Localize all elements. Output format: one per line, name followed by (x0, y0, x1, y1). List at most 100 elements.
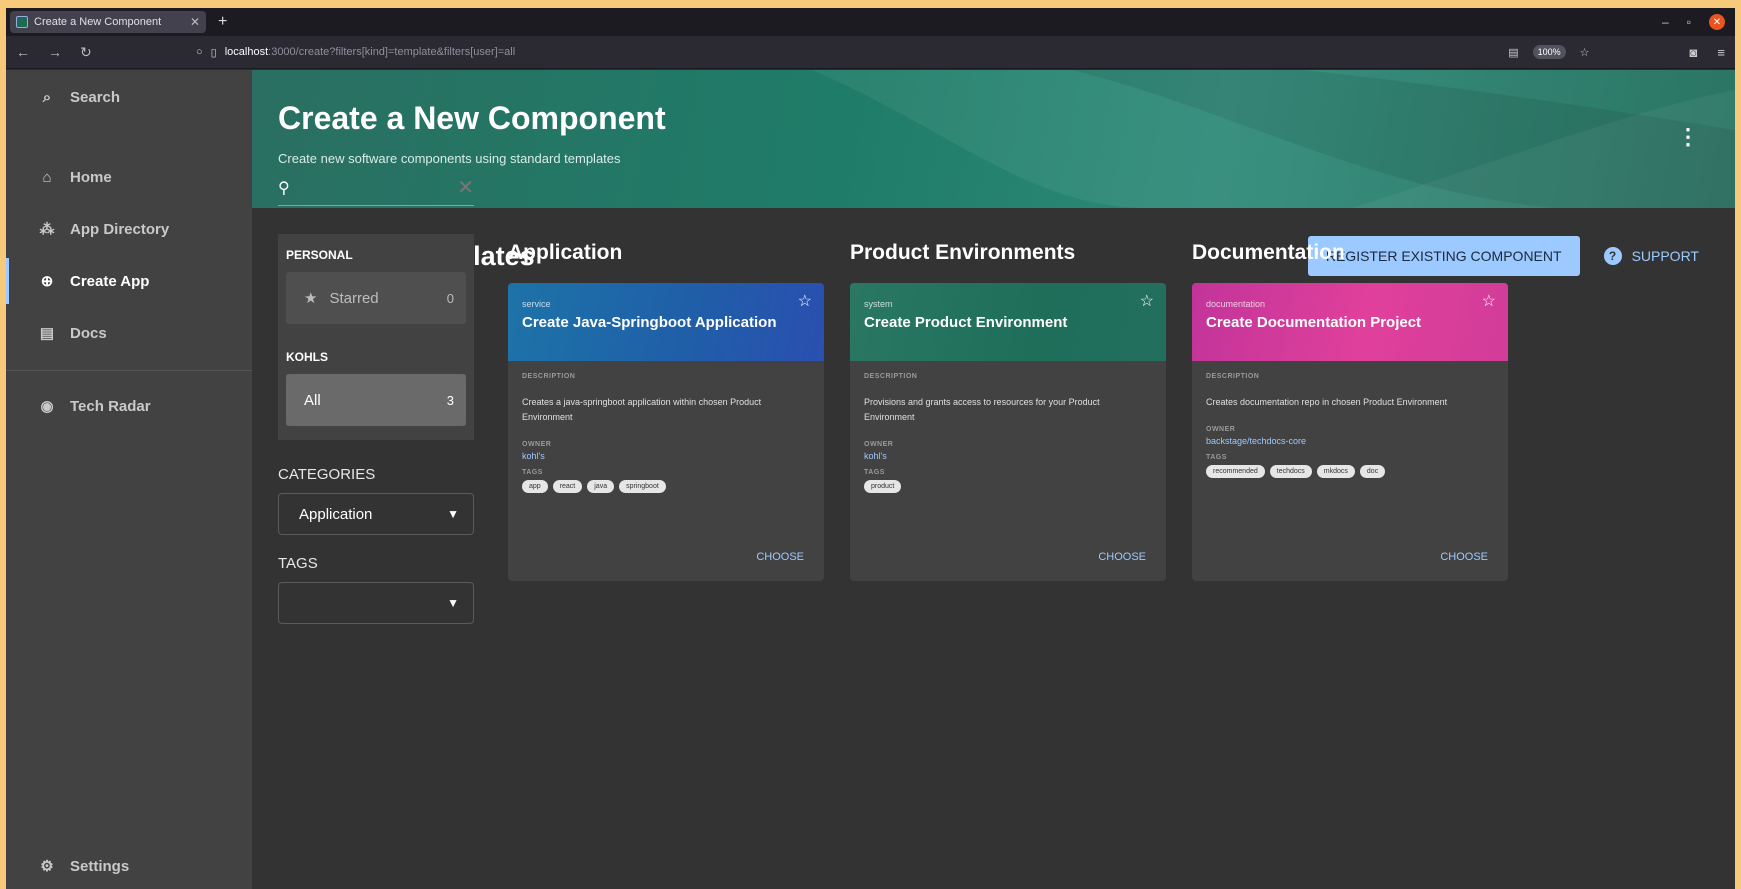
template-card: service Create Java-Springboot Applicati… (508, 283, 824, 581)
card-title: Create Documentation Project (1206, 314, 1422, 331)
choose-button[interactable]: CHOOSE (756, 551, 804, 563)
pocket-icon[interactable]: ◙ (1690, 45, 1698, 60)
template-group: Application service Create Java-Springbo… (508, 241, 824, 581)
more-options-icon[interactable]: ⋮ (1677, 124, 1699, 150)
group-title: Product Environments (850, 241, 1076, 264)
bookmark-star-icon[interactable]: ☆ (1580, 46, 1590, 59)
favorite-star-icon[interactable]: ☆ (1482, 291, 1496, 311)
search-icon: ⌕ (42, 88, 52, 106)
menu-icon[interactable]: ≡ (1717, 45, 1725, 60)
zoom-level[interactable]: 100% (1532, 45, 1566, 59)
reload-icon[interactable]: ↻ (80, 44, 92, 61)
card-title: Create Product Environment (864, 314, 1068, 331)
search-input[interactable]: ⚲ ✕ (278, 170, 474, 206)
sidebar-divider (6, 370, 252, 371)
sidebar-item-home[interactable]: ⌂ Home (6, 154, 252, 200)
radar-icon: ◉ (40, 398, 54, 415)
card-header: system Create Product Environment ☆ (850, 283, 1166, 361)
browser-window: Create a New Component ✕ + – ▫ ✕ ← → ↻ ○… (6, 8, 1735, 889)
card-title: Create Java-Springboot Application (522, 314, 777, 331)
docs-icon: ▤ (39, 325, 55, 342)
card-header: service Create Java-Springboot Applicati… (508, 283, 824, 361)
description-label: DESCRIPTION (864, 373, 918, 380)
help-icon: ? (1603, 247, 1622, 265)
sidebar-item-label: Search (70, 88, 121, 106)
owner-link[interactable]: kohl's (864, 451, 1152, 461)
tag-chip: app (522, 480, 548, 493)
close-tab-icon[interactable]: ✕ (190, 15, 200, 29)
tags-label: TAGS (522, 469, 543, 476)
chevron-down-icon: ▼ (447, 596, 459, 610)
favicon-icon (16, 16, 28, 28)
choose-button[interactable]: CHOOSE (1440, 551, 1488, 563)
starred-filter[interactable]: ★ Starred 0 (286, 272, 466, 324)
maximize-icon[interactable]: ▫ (1687, 15, 1691, 29)
tag-chip: mkdocs (1316, 465, 1355, 478)
owner-link[interactable]: backstage/techdocs-core (1206, 436, 1494, 446)
owner-label: OWNER (1206, 426, 1236, 433)
page-header: Create a New Component Create new softwa… (252, 70, 1735, 208)
app: ⌕ Search ⌂ Home ⁂ App Directory ⊕ Create… (6, 70, 1735, 889)
support-button[interactable]: ? SUPPORT (1603, 247, 1699, 265)
header-wave-decoration (812, 70, 1735, 208)
url-host: localhost (224, 46, 269, 58)
sidebar-item-tech-radar[interactable]: ◉ Tech Radar (6, 383, 252, 429)
template-group: Documentation documentation Create Docum… (1192, 241, 1508, 581)
sidebar-item-create-app[interactable]: ⊕ Create App (6, 258, 252, 304)
url-path: :3000/create?filters[kind]=template&filt… (268, 46, 516, 58)
card-description: Creates documentation repo in chosen Pro… (1206, 397, 1448, 407)
search-icon: ⚲ (278, 179, 290, 197)
sidebar-item-settings[interactable]: ⚙ Settings (6, 843, 252, 889)
sidebar-item-label: App Directory (70, 220, 170, 238)
new-tab-icon[interactable]: + (218, 13, 227, 31)
tags-select[interactable]: ▼ (278, 582, 474, 624)
choose-button[interactable]: CHOOSE (1098, 551, 1146, 563)
favorite-star-icon[interactable]: ☆ (1140, 291, 1154, 311)
address-bar[interactable]: ○ ▯ localhost:3000/create?filters[kind]=… (196, 39, 1508, 65)
card-header: documentation Create Documentation Proje… (1192, 283, 1508, 361)
clear-search-icon[interactable]: ✕ (457, 175, 474, 200)
template-card: system Create Product Environment ☆ DESC… (850, 283, 1166, 581)
star-icon: ★ (304, 290, 318, 307)
close-window-icon[interactable]: ✕ (1709, 14, 1725, 30)
window-controls: – ▫ ✕ (1662, 14, 1735, 30)
page-subtitle: Create new software components using sta… (278, 151, 621, 166)
sidebar-item-label: Settings (70, 857, 130, 875)
sidebar-item-docs[interactable]: ▤ Docs (6, 310, 252, 356)
starred-label: Starred (329, 289, 379, 307)
tag-chip: recommended (1206, 465, 1265, 478)
browser-tab[interactable]: Create a New Component ✕ (10, 11, 206, 33)
tags-label: TAGS (278, 555, 318, 572)
categories-select[interactable]: Application ▼ (278, 493, 474, 535)
shield-icon: ○ (196, 46, 203, 58)
directory-icon: ⁂ (39, 221, 55, 238)
home-icon: ⌂ (42, 168, 52, 186)
template-group: Product Environments system Create Produ… (850, 241, 1166, 581)
categories-label: CATEGORIES (278, 466, 376, 483)
all-filter[interactable]: All 3 (286, 374, 466, 426)
forward-icon[interactable]: → (48, 44, 62, 61)
minimize-icon[interactable]: – (1662, 15, 1669, 29)
sidebar: ⌕ Search ⌂ Home ⁂ App Directory ⊕ Create… (6, 70, 252, 889)
sidebar-item-app-directory[interactable]: ⁂ App Directory (6, 206, 252, 252)
owner-link[interactable]: kohl's (522, 451, 810, 461)
back-icon[interactable]: ← (16, 44, 30, 61)
description-label: DESCRIPTION (1206, 373, 1260, 380)
filters-panel: ⚲ ✕ PERSONAL ★ Starred 0 KOHLS All 3 CAT… (278, 170, 474, 624)
group-title: Application (508, 241, 623, 264)
categories-value: Application (299, 505, 373, 523)
all-label: All (304, 391, 321, 409)
card-description: Creates a java-springboot application wi… (522, 397, 762, 422)
navigation-bar: ← → ↻ ○ ▯ localhost:3000/create?filters[… (6, 36, 1735, 69)
reader-icon[interactable]: ▤ (1508, 46, 1518, 59)
favorite-star-icon[interactable]: ☆ (798, 291, 812, 311)
card-description: Provisions and grants access to resource… (864, 397, 1100, 422)
card-kind: service (522, 299, 551, 309)
description-label: DESCRIPTION (522, 373, 576, 380)
tag-chip: springboot (619, 480, 666, 493)
template-card: documentation Create Documentation Proje… (1192, 283, 1508, 581)
owner-label: OWNER (522, 441, 552, 448)
sidebar-item-label: Create App (70, 272, 150, 290)
main-content: Create a New Component Create new softwa… (252, 70, 1735, 889)
sidebar-item-search[interactable]: ⌕ Search (6, 74, 252, 120)
